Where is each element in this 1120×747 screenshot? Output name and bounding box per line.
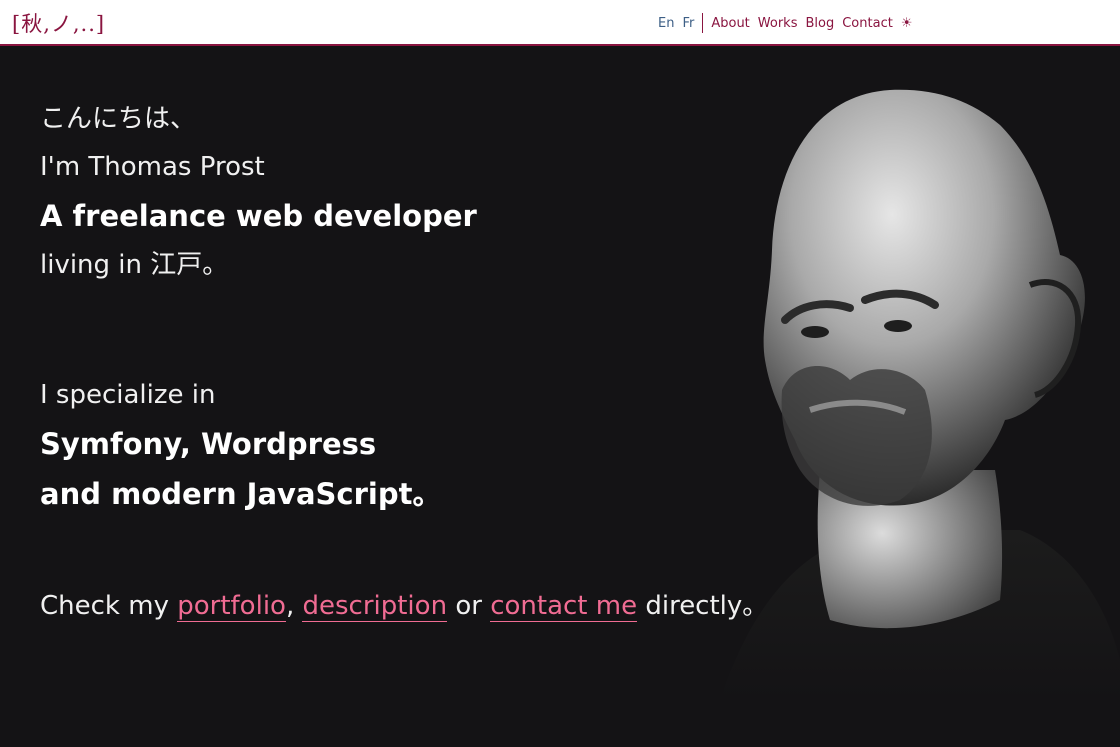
nav-divider — [702, 13, 704, 33]
nav-blog-link[interactable]: Blog — [805, 16, 834, 31]
description-link[interactable]: description — [302, 591, 448, 622]
role-heading: A freelance web developer — [40, 199, 477, 233]
contact-me-link[interactable]: contact me — [490, 591, 638, 622]
call-to-action: Check my portfolio, description or conta… — [40, 589, 780, 623]
site-logo[interactable]: [秋,ノ,..] — [12, 8, 105, 38]
nav-works-link[interactable]: Works — [758, 16, 798, 31]
theme-toggle-sun-icon[interactable]: ☀ — [901, 16, 913, 31]
nav-contact-link[interactable]: Contact — [842, 16, 893, 31]
cta-prefix: Check my — [40, 591, 169, 621]
skills-line-2: and modern JavaScript。 — [40, 477, 442, 511]
skills-line-1: Symfony, Wordpress — [40, 427, 377, 461]
cta-comma: , — [285, 591, 295, 621]
nav-about-link[interactable]: About — [711, 16, 749, 31]
lang-fr-link[interactable]: Fr — [682, 16, 694, 31]
portfolio-link[interactable]: portfolio — [177, 591, 286, 622]
lang-en-link[interactable]: En — [658, 16, 674, 31]
cta-suffix: directly。 — [645, 591, 769, 621]
main-nav: En Fr About Works Blog Contact ☀ — [658, 13, 912, 33]
top-navigation-bar: [秋,ノ,..] En Fr About Works Blog Contact … — [0, 0, 1120, 46]
greeting-text: こんにちは、 — [40, 104, 197, 134]
hero-section: こんにちは、 I'm Thomas Prost A freelance web … — [40, 95, 780, 623]
intro-text: I'm Thomas Prost — [40, 152, 265, 182]
specialize-intro-text: I specialize in — [40, 380, 216, 410]
cta-or: or — [455, 591, 482, 621]
location-text: living in 江戸。 — [40, 250, 229, 280]
